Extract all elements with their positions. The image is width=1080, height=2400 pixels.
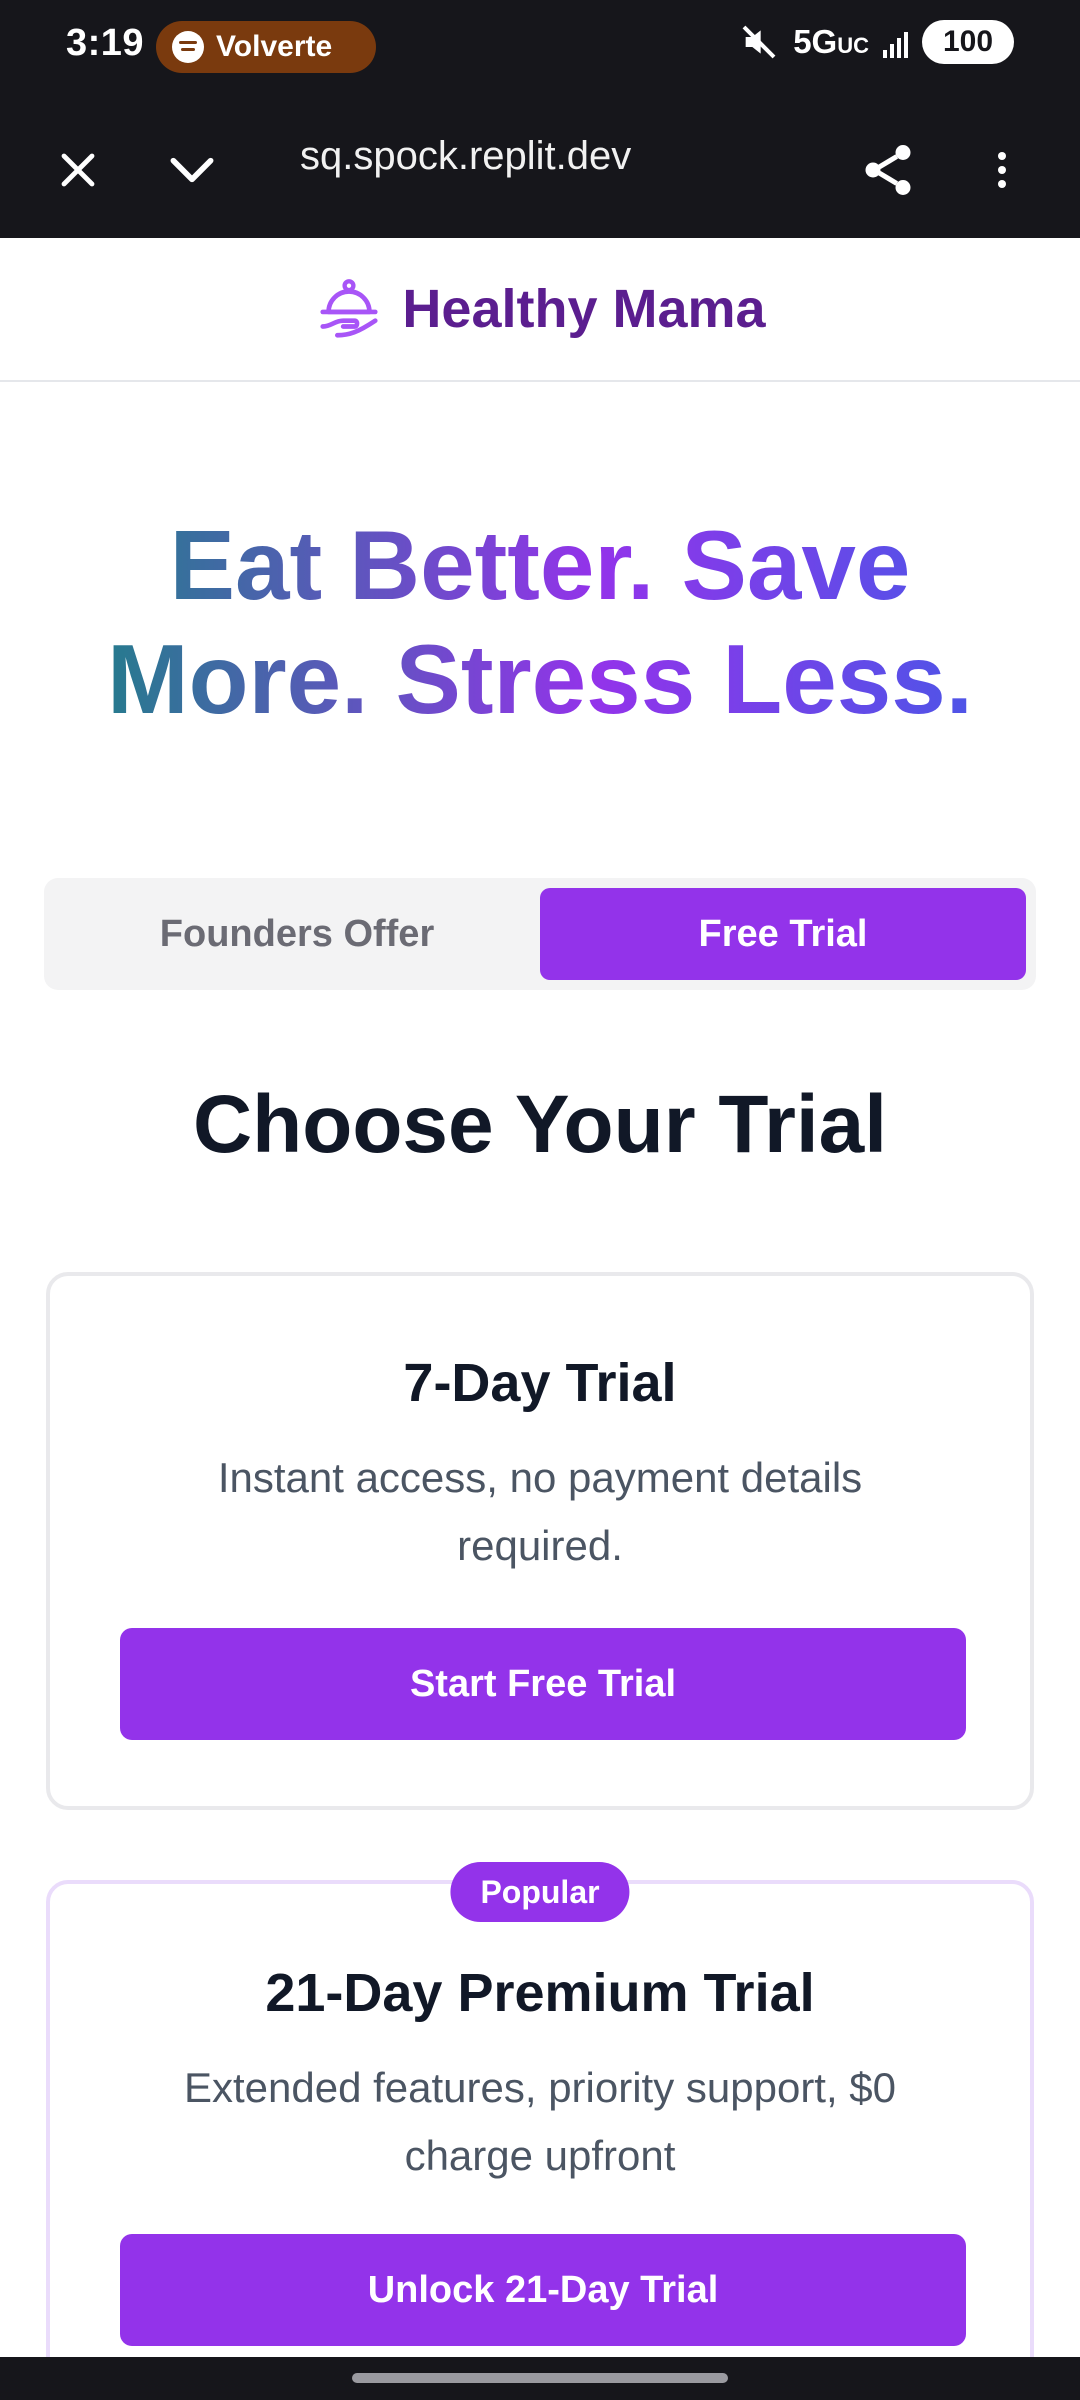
media-pill[interactable]: Volverte xyxy=(156,21,376,73)
site-header: Healthy Mama xyxy=(0,238,1080,382)
start-free-trial-button[interactable]: Start Free Trial xyxy=(120,1628,966,1740)
chevron-down-icon xyxy=(170,157,214,183)
close-button[interactable] xyxy=(36,128,120,212)
share-icon xyxy=(865,145,911,195)
tab-founders-offer[interactable]: Founders Offer xyxy=(54,888,540,980)
section-title: Choose Your Trial xyxy=(192,1079,888,1170)
status-icons: 5GUC 100 xyxy=(739,20,1014,64)
tab-free-trial[interactable]: Free Trial xyxy=(540,888,1026,980)
card-description: Extended features, priority support, $0 … xyxy=(183,2064,897,2179)
collapse-button[interactable] xyxy=(150,128,234,212)
brand-name[interactable]: Healthy Mama xyxy=(402,278,765,340)
media-title: Volverte xyxy=(216,30,333,63)
hero-heading: Eat Better. Save More. Stress Less. xyxy=(0,508,1080,736)
offer-toggle: Founders Offer Free Trial xyxy=(44,878,1036,990)
url-text[interactable]: sq.spock.replit.dev xyxy=(300,134,631,179)
card-title: 21-Day Premium Trial xyxy=(265,1963,815,2023)
cloche-logo-icon xyxy=(320,279,379,338)
close-icon xyxy=(61,153,95,187)
more-options-button[interactable] xyxy=(960,128,1044,212)
hero-line-2: More. Stress Less. xyxy=(0,622,1080,736)
card-description: Instant access, no payment details requi… xyxy=(217,1454,863,1569)
gesture-handle[interactable] xyxy=(352,2373,728,2383)
share-button[interactable] xyxy=(846,128,930,212)
more-vertical-icon xyxy=(998,152,1006,188)
status-bar: 3:19 Volverte 5GUC 100 xyxy=(0,0,1080,92)
card-title: 7-Day Trial xyxy=(403,1353,677,1413)
hero-line-1: Eat Better. Save xyxy=(0,508,1080,622)
spotify-icon xyxy=(172,31,204,63)
popular-badge: Popular xyxy=(450,1862,630,1922)
battery-indicator: 100 xyxy=(922,20,1014,64)
browser-toolbar: sq.spock.replit.dev xyxy=(0,92,1080,238)
trial-card-7-day: 7-Day Trial Instant access, no payment d… xyxy=(46,1272,1034,1810)
system-nav-bar xyxy=(0,2357,1080,2400)
network-indicator: 5GUC xyxy=(793,23,869,60)
signal-icon xyxy=(883,26,908,58)
status-time: 3:19 xyxy=(66,22,145,64)
mute-icon xyxy=(742,25,776,59)
trial-card-21-day: Popular 21-Day Premium Trial Extended fe… xyxy=(46,1862,1034,2400)
unlock-21-day-trial-button[interactable]: Unlock 21-Day Trial xyxy=(120,2234,966,2346)
